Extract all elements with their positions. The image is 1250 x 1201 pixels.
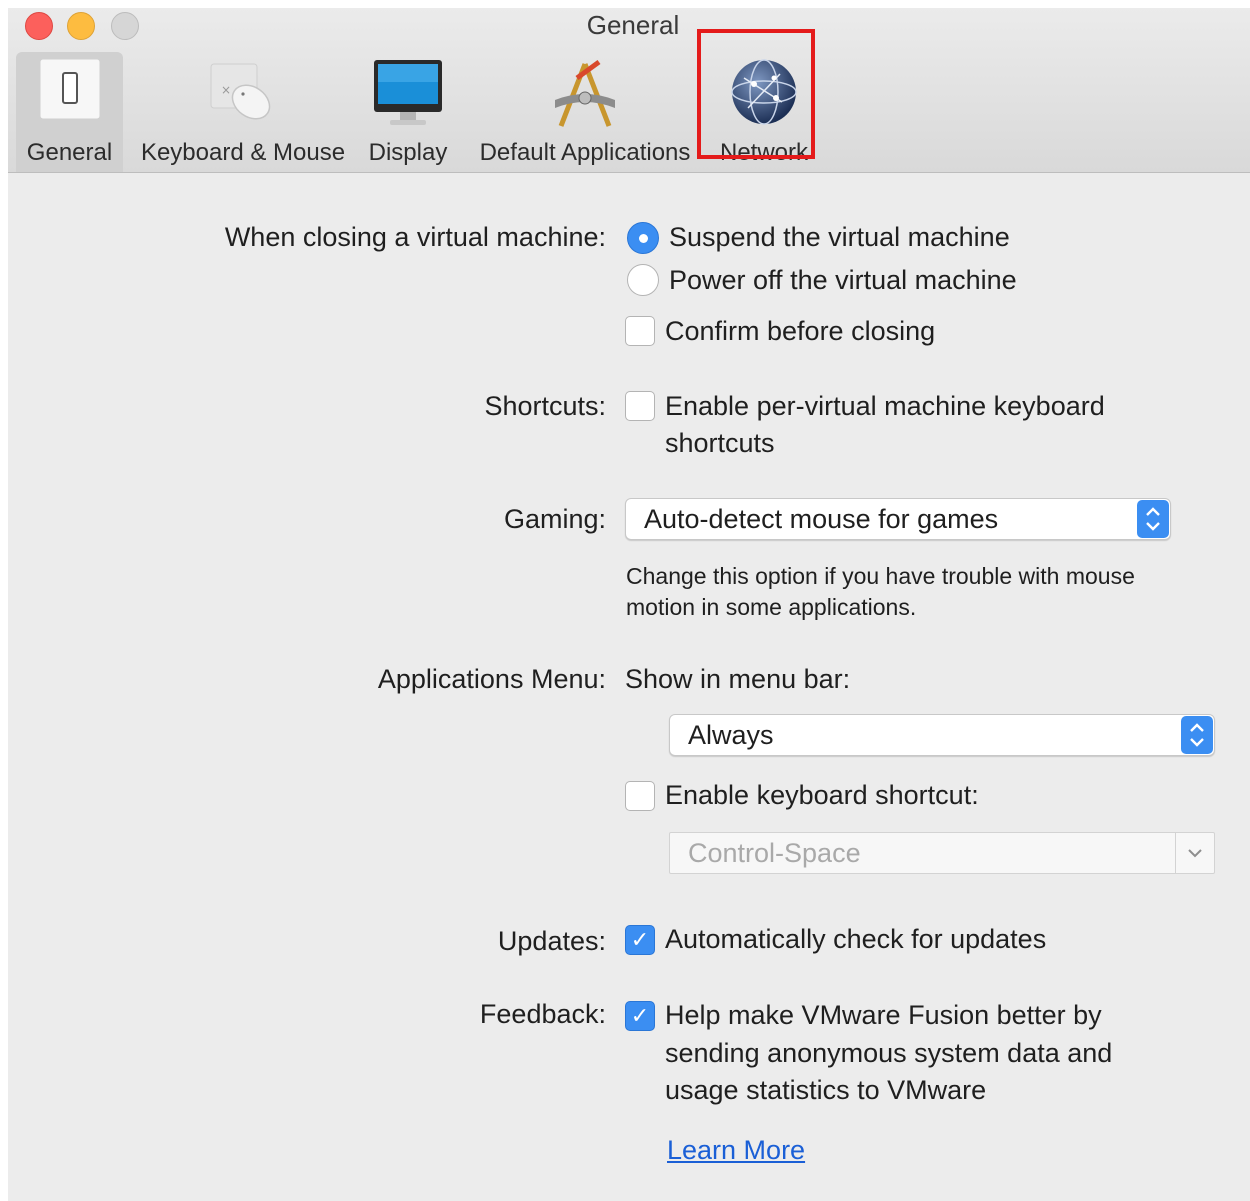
keyboard-shortcut-combo: Control-Space: [669, 832, 1215, 874]
per-vm-shortcuts-label-line2[interactable]: shortcuts: [665, 428, 775, 459]
closing-label: When closing a virtual machine:: [224, 222, 606, 252]
title-bar: General General × Keyboard & Mouse Displ…: [8, 8, 1250, 173]
tab-network[interactable]: Network: [711, 52, 817, 172]
gaming-select-value: Auto-detect mouse for games: [644, 504, 999, 534]
svg-text:×: ×: [221, 83, 231, 97]
keyboard-mouse-icon: ×: [210, 63, 271, 120]
per-vm-shortcuts-label-line1[interactable]: Enable per-virtual machine keyboard: [665, 391, 1105, 422]
feedback-label-line3[interactable]: usage statistics to VMware: [665, 1075, 986, 1106]
per-vm-shortcuts-checkbox[interactable]: [625, 391, 655, 421]
switch-icon: [39, 58, 100, 120]
tab-keyboard-mouse[interactable]: × Keyboard & Mouse: [131, 52, 355, 172]
power-off-option-label[interactable]: Power off the virtual machine: [669, 265, 1017, 296]
tab-default-applications[interactable]: Default Applications: [469, 52, 701, 172]
tab-label: Default Applications: [479, 139, 691, 166]
feedback-label-line2[interactable]: sending anonymous system data and: [665, 1038, 1112, 1069]
monitor-icon: [374, 60, 442, 125]
tab-display[interactable]: Display: [363, 52, 453, 172]
globe-icon: [731, 59, 797, 125]
tab-label: General: [26, 139, 113, 166]
tab-label: Keyboard & Mouse: [140, 139, 346, 166]
applications-icon: [555, 59, 615, 127]
power-off-radio[interactable]: [627, 264, 659, 296]
tab-label: Network: [719, 139, 809, 166]
keyboard-shortcut-value: Control-Space: [688, 838, 861, 868]
feedback-label: Feedback:: [479, 999, 606, 1029]
gaming-help-line1: Change this option if you have trouble w…: [626, 563, 1135, 589]
up-down-arrows-icon: [1137, 500, 1169, 538]
applications-menu-label: Applications Menu:: [377, 664, 606, 694]
auto-update-checkbox[interactable]: ✓: [625, 925, 655, 955]
preferences-window: General General × Keyboard & Mouse Displ…: [8, 8, 1250, 1201]
gaming-select[interactable]: Auto-detect mouse for games: [625, 498, 1171, 540]
learn-more-link[interactable]: Learn More: [667, 1135, 805, 1166]
gaming-label: Gaming:: [503, 504, 606, 534]
tab-label: Display: [368, 139, 448, 166]
window-title: General: [586, 10, 680, 40]
feedback-label-line1[interactable]: Help make VMware Fusion better by: [665, 1000, 1102, 1031]
enable-keyboard-shortcut-label[interactable]: Enable keyboard shortcut:: [665, 780, 979, 811]
chevron-down-icon: [1175, 833, 1214, 873]
shortcuts-label: Shortcuts:: [484, 391, 606, 421]
show-in-menu-bar-label: Show in menu bar:: [625, 664, 851, 694]
auto-update-label[interactable]: Automatically check for updates: [665, 924, 1046, 955]
confirm-closing-label[interactable]: Confirm before closing: [665, 316, 935, 347]
suspend-option-label[interactable]: Suspend the virtual machine: [669, 222, 1010, 253]
updates-label: Updates:: [497, 926, 606, 956]
enable-keyboard-shortcut-checkbox[interactable]: [625, 781, 655, 811]
suspend-radio[interactable]: [627, 222, 659, 254]
feedback-checkbox[interactable]: ✓: [625, 1001, 655, 1031]
show-in-menu-bar-select[interactable]: Always: [669, 714, 1215, 756]
up-down-arrows-icon: [1181, 716, 1213, 754]
tab-general[interactable]: General: [16, 52, 123, 172]
confirm-closing-checkbox[interactable]: [625, 316, 655, 346]
gaming-help-line2: motion in some applications.: [626, 594, 917, 620]
show-in-menu-bar-value: Always: [688, 720, 774, 750]
